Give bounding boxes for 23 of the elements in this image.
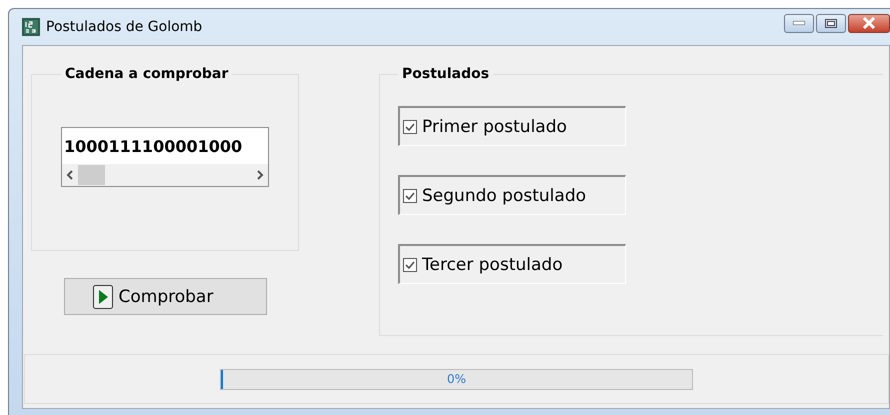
minimize-icon [793,21,805,25]
scrollbar-thumb[interactable] [78,165,105,185]
minimize-button[interactable] [784,14,814,32]
text-box[interactable]: 1000111100001000 [61,127,269,187]
checkbox[interactable]: Tercer postulado [398,244,626,284]
maximize-icon [825,18,837,28]
check-button[interactable]: Comprobar [64,278,266,315]
window-title: Postulados de Golomb [46,19,202,35]
maximize-button[interactable] [816,14,846,32]
close-icon [862,17,876,29]
checkbox[interactable]: Primer postulado [398,106,626,146]
play-icon [92,284,112,308]
app-icon [22,18,40,36]
checkbox-icon [402,118,418,134]
checkbox-icon [402,188,418,204]
checkbox-icon [402,256,418,272]
progress-reading: 0% [446,372,466,386]
scroll-left-icon[interactable] [66,170,74,180]
close-button[interactable] [848,14,890,32]
group-title: Cadena a comprobar [64,66,230,82]
group-title: Postulados [401,66,490,82]
checkbox[interactable]: Segundo postulado [398,175,626,215]
scroll-right-icon[interactable] [256,170,264,180]
